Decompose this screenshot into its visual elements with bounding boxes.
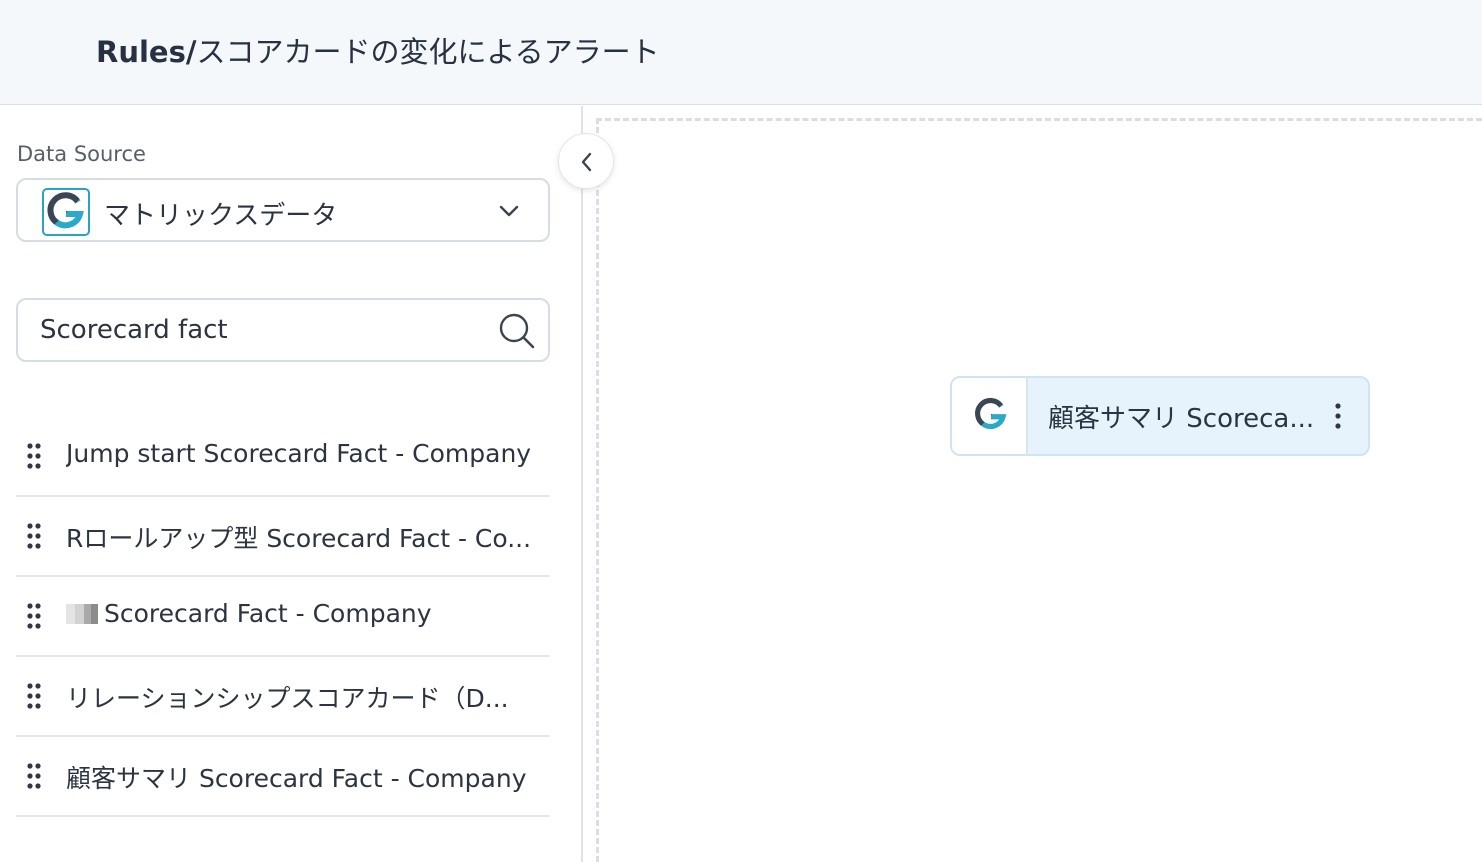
g-logo-icon [975, 397, 1007, 430]
list-item-label: Scorecard Fact - Company [104, 599, 432, 628]
page-header: Rules/スコアカードの変化によるアラート [0, 0, 1482, 105]
search-box [16, 298, 550, 362]
search-icon[interactable] [498, 312, 536, 350]
g-logo-icon [42, 188, 90, 236]
list-item[interactable]: 顧客サマリ Scorecard Fact - Company [16, 737, 550, 817]
drag-handle-icon[interactable] [26, 763, 42, 789]
data-source-label: Data Source [17, 142, 146, 166]
collapse-panel-button[interactable] [558, 133, 614, 189]
object-list: Jump start Scorecard Fact - Company Rロール… [16, 417, 550, 817]
drag-handle-icon[interactable] [26, 603, 42, 629]
drag-handle-icon[interactable] [26, 443, 42, 469]
list-item[interactable]: Jump start Scorecard Fact - Company [16, 417, 550, 497]
rule-canvas[interactable] [596, 118, 1482, 862]
redacted-image [66, 604, 98, 624]
more-vertical-icon[interactable] [1330, 402, 1346, 430]
list-item-label: Jump start Scorecard Fact - Company [66, 439, 532, 468]
canvas-node[interactable]: 顧客サマリ Scoreca... [950, 376, 1370, 456]
data-source-select[interactable]: マトリックスデータ [16, 178, 550, 242]
list-item[interactable]: Scorecard Fact - Company [16, 577, 550, 657]
left-panel: Data Source マトリックスデータ Scorecard fact Jum… [0, 106, 583, 862]
list-item-label: 顧客サマリ Scorecard Fact - Company [66, 764, 527, 793]
node-label: 顧客サマリ Scoreca... [1048, 404, 1315, 434]
list-item[interactable]: リレーションシップスコアカード（D... [16, 657, 550, 737]
chevron-left-icon [581, 152, 592, 172]
list-item-label-wrap: Scorecard Fact - Company [66, 599, 550, 628]
page-title: Rules/スコアカードの変化によるアラート [96, 32, 660, 72]
title-rule-name: スコアカードの変化によるアラート [196, 35, 660, 69]
drag-handle-icon[interactable] [26, 523, 42, 549]
node-logo [952, 378, 1028, 454]
list-item-label: Rロールアップ型 Scorecard Fact - Co... [66, 524, 532, 553]
list-item[interactable]: Rロールアップ型 Scorecard Fact - Co... [16, 497, 550, 577]
drag-handle-icon[interactable] [26, 683, 42, 709]
chevron-down-icon [499, 205, 519, 217]
search-input[interactable] [40, 310, 480, 350]
title-breadcrumb[interactable]: Rules/ [96, 35, 196, 69]
data-source-value: マトリックスデータ [104, 201, 338, 231]
list-item-label: リレーションシップスコアカード（D... [66, 684, 509, 713]
